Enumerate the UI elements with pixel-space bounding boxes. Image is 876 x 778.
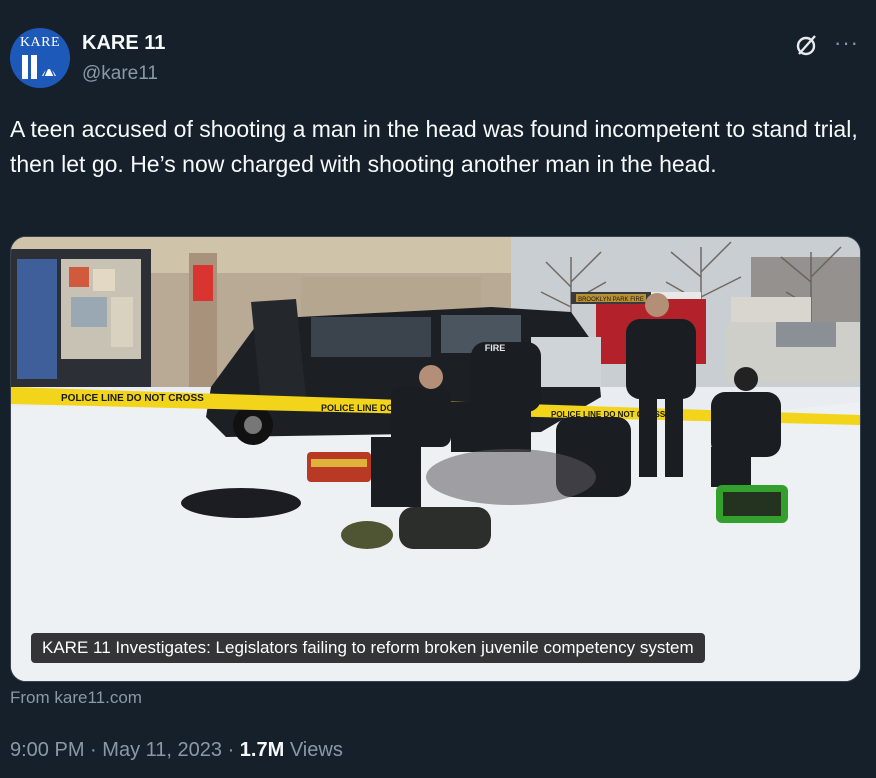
link-card[interactable]: BROOKLYN PARK FIRE POLICE LINE DO NOT CR…: [10, 236, 861, 682]
grok-icon[interactable]: [794, 32, 820, 58]
tweet-date[interactable]: May 11, 2023: [102, 739, 222, 761]
card-caption: KARE 11 Investigates: Legislators failin…: [31, 633, 705, 663]
author-name[interactable]: KARE 11: [82, 32, 165, 55]
meta-separator: ·: [90, 739, 97, 761]
store-sign-text: BROOKLYN PARK FIRE: [578, 297, 644, 303]
avatar[interactable]: KARE: [10, 28, 70, 88]
tweet-meta: 9:00 PM · May 11, 2023 · 1.7M Views: [10, 739, 343, 762]
more-icon[interactable]: ···: [834, 30, 859, 56]
meta-separator: ·: [227, 739, 235, 761]
avatar-brand-text: KARE: [19, 35, 61, 50]
kare11-logo-icon: [22, 55, 56, 79]
tape-text-1: POLICE LINE DO NOT CROSS: [61, 393, 204, 404]
tweet-time[interactable]: 9:00 PM: [10, 739, 84, 761]
views-count[interactable]: 1.7M: [240, 739, 284, 761]
author-handle[interactable]: @kare11: [82, 63, 158, 85]
jacket-text: FIRE: [485, 343, 506, 353]
card-source-link[interactable]: From kare11.com: [10, 688, 142, 708]
views-label[interactable]: Views: [290, 739, 343, 761]
tweet-text: A teen accused of shooting a man in the …: [10, 116, 858, 177]
card-photo: BROOKLYN PARK FIRE POLICE LINE DO NOT CR…: [11, 237, 860, 681]
